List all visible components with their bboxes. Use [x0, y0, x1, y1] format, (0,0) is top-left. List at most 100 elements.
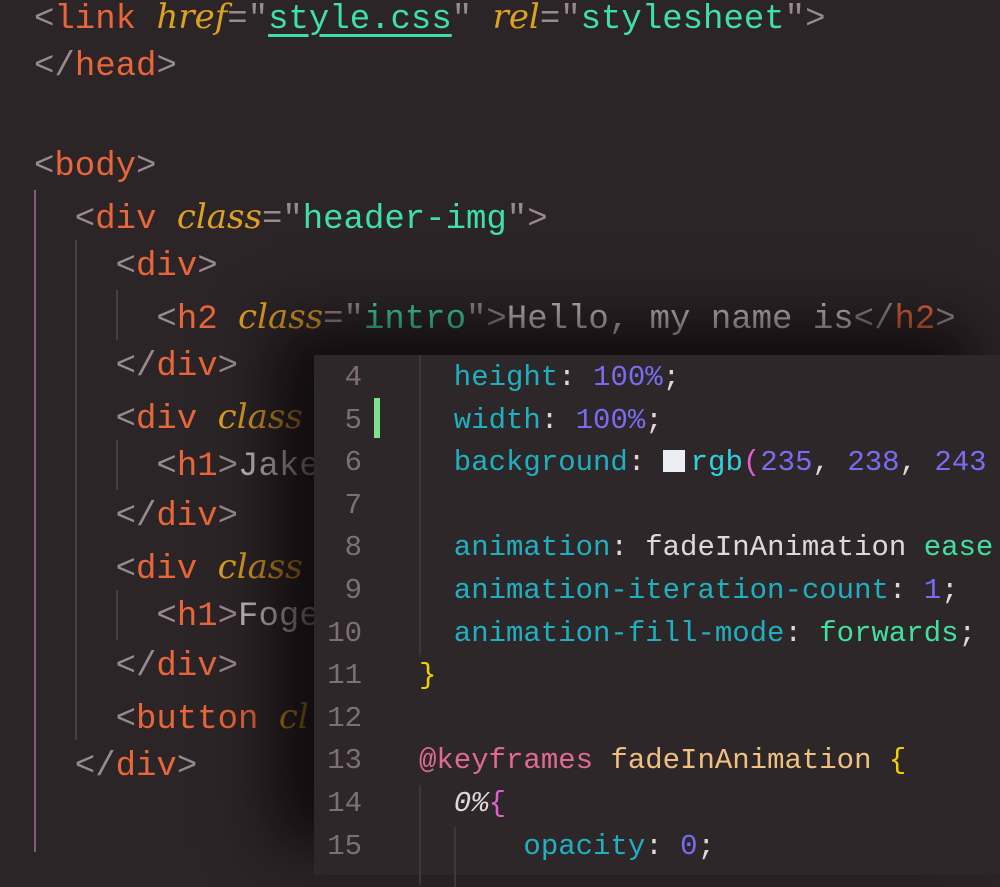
color-swatch[interactable]: [662, 450, 685, 473]
code-token: <: [34, 551, 137, 589]
code-line[interactable]: </div>: [34, 342, 238, 392]
code-token: fadeInAnimation: [645, 531, 924, 565]
code-token: ;: [941, 574, 959, 607]
code-token: opacity: [419, 829, 646, 863]
code-token: style.css: [268, 1, 452, 39]
code-line[interactable]: <button cl: [34, 692, 309, 742]
code-token: :: [888, 574, 924, 607]
code-line[interactable]: 7: [314, 485, 1000, 528]
code-token: stylesheet: [580, 1, 785, 39]
code-line[interactable]: <h2 class="intro">Hello, my name is</h2>: [34, 292, 956, 342]
code-token: >: [217, 648, 239, 686]
code-token: body: [54, 148, 137, 186]
line-number: 4: [344, 361, 362, 394]
line-number: 6: [344, 446, 362, 480]
code-token: div: [136, 401, 198, 439]
code-token: >: [217, 598, 239, 636]
css-editor-pane[interactable]: 4 height: 100%; 5 width: 100%; 6 backgroun…: [314, 355, 1000, 887]
code-line[interactable]: 9 animation-iteration-count: 1;: [314, 570, 1000, 613]
code-token: 100%: [593, 361, 663, 394]
code-token: forwards: [819, 616, 959, 650]
code-line[interactable]: <body>: [34, 142, 156, 192]
code-token: 100%: [575, 403, 646, 437]
code-token: 238: [847, 446, 900, 480]
code-line[interactable]: <div class: [34, 542, 303, 592]
code-token: div: [156, 348, 218, 386]
code-line[interactable]: <link href="style.css" rel="stylesheet">: [34, 0, 825, 42]
code-token: >: [935, 301, 956, 339]
code-token: <: [34, 301, 177, 339]
code-line[interactable]: </head>: [34, 42, 177, 92]
code-line[interactable]: </div>: [34, 742, 197, 792]
code-token: header-img: [302, 201, 507, 239]
code-token: @keyframes: [419, 744, 594, 778]
code-token: ;: [645, 403, 663, 437]
code-line[interactable]: <h1>Jake: [34, 442, 320, 492]
code-token: </: [34, 648, 157, 686]
code-token: div: [136, 551, 198, 589]
code-line[interactable]: 12: [314, 698, 1000, 741]
code-token: class: [176, 197, 262, 237]
code-token: intro: [363, 301, 466, 339]
code-line[interactable]: <h1>Foge: [34, 592, 320, 642]
code-line[interactable]: 11}: [314, 655, 1000, 698]
code-token: >: [197, 248, 218, 286]
code-token: div: [156, 498, 218, 536]
code-token: div: [95, 201, 157, 239]
code-token: </: [853, 301, 895, 339]
code-token: ,: [812, 446, 848, 480]
code-line[interactable]: 13 @keyframes fadeInAnimation {: [314, 740, 1000, 783]
code-line[interactable]: <div class: [34, 392, 303, 442]
code-line[interactable]: 10 animation-fill-mode: forwards;: [314, 613, 1000, 656]
code-token: animation-fill-mode: [419, 616, 785, 650]
code-token: >: [217, 348, 239, 386]
code-token: 1: [923, 574, 942, 607]
code-token: 235: [760, 446, 813, 480]
code-line[interactable]: 5 width: 100%;: [314, 400, 1000, 443]
line-number: 14: [327, 787, 362, 820]
code-token: <: [34, 448, 177, 486]
code-token: >: [156, 48, 177, 86]
code-token: {: [488, 787, 507, 820]
code-line[interactable]: 8 animation: fadeInAnimation ease: [314, 527, 1000, 570]
code-token: >: [176, 748, 198, 786]
code-token: >: [136, 148, 157, 186]
line-number: 7: [344, 488, 362, 522]
code-token: =": [227, 1, 269, 39]
code-token: ;: [958, 616, 976, 650]
code-token: >: [217, 498, 239, 536]
code-line[interactable]: </div>: [34, 642, 238, 692]
code-line[interactable]: 15 opacity: 0;: [314, 826, 1000, 869]
code-line[interactable]: 14 0%{: [314, 783, 1000, 826]
line-number: 13: [327, 744, 362, 778]
code-line[interactable]: 4 height: 100%;: [314, 357, 1000, 400]
code-token: head: [74, 48, 157, 86]
code-token: 0%: [419, 787, 489, 820]
code-line[interactable]: <div>: [34, 242, 218, 292]
code-line[interactable]: </div>: [34, 492, 238, 542]
code-token: div: [156, 648, 218, 686]
code-token: h2: [176, 301, 218, 339]
code-line[interactable]: 6 background: rgb(235, 238, 243: [314, 442, 1000, 485]
code-token: <: [34, 401, 137, 439]
code-token: Foge: [238, 598, 320, 636]
line-number: 9: [344, 574, 362, 607]
code-token: ">: [506, 201, 548, 239]
code-token: <: [34, 1, 55, 39]
code-token: {: [888, 744, 907, 778]
code-token: 243: [934, 446, 987, 480]
code-token: :: [540, 403, 576, 437]
code-token: </: [34, 748, 116, 786]
line-number: 8: [344, 531, 362, 565]
code-token: Jake: [238, 448, 320, 486]
code-line[interactable]: <div class="header-img">: [34, 192, 548, 242]
code-token: }: [419, 659, 437, 693]
code-token: (: [742, 446, 761, 480]
code-token: >: [217, 448, 239, 486]
